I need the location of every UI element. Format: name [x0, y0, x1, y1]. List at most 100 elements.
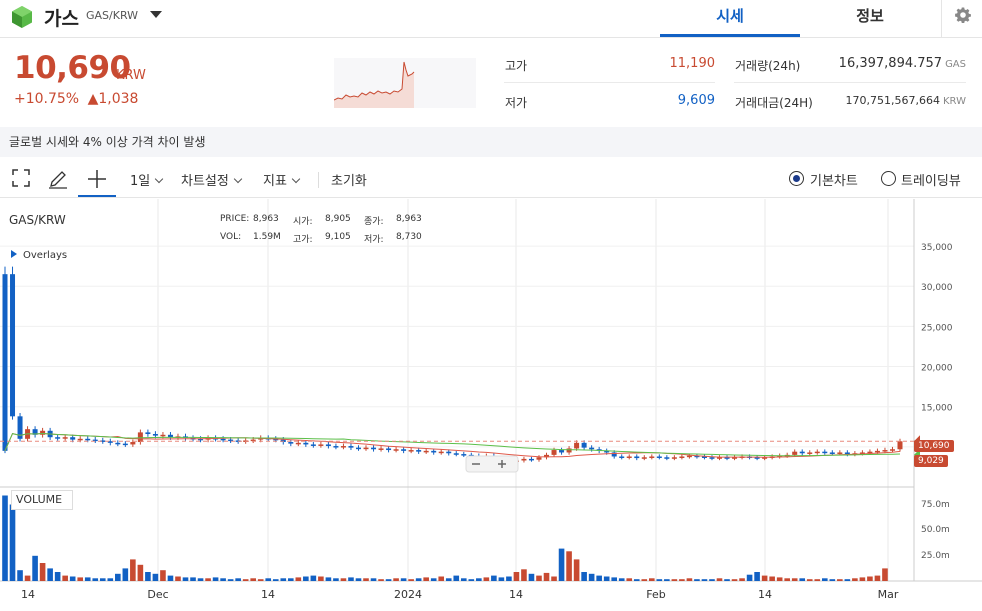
- legend-low: 8,730: [396, 232, 422, 242]
- price-chart[interactable]: 35,00030,00025,00020,00015,00010,00075.0…: [0, 199, 982, 611]
- price-axis-label: 20,000: [921, 364, 953, 374]
- price-change: +10.75% ▲1,038: [14, 91, 138, 107]
- volume-bar: [874, 575, 881, 581]
- candle: [152, 433, 158, 436]
- volume-bar: [709, 579, 715, 581]
- amount-24h-label: 거래대금(24H): [735, 96, 813, 110]
- legend-price: 8,963: [253, 214, 279, 224]
- volume-bar: [784, 578, 790, 581]
- volume-axis-label: 75.0m: [921, 500, 950, 510]
- candle: [656, 456, 662, 458]
- divider: [504, 82, 715, 83]
- volume-panel-label: VOLUME: [11, 490, 73, 510]
- candle: [303, 442, 309, 445]
- volume-bar: [799, 578, 806, 581]
- trading-view-label[interactable]: 트레이딩뷰: [901, 170, 961, 189]
- change-percent: +10.75%: [14, 91, 80, 107]
- tab-info[interactable]: 정보: [800, 0, 940, 37]
- indicators-menu[interactable]: 지표: [263, 170, 301, 189]
- volume-bar: [190, 577, 196, 581]
- divider: [734, 82, 966, 83]
- volume-bar: [333, 578, 339, 581]
- candle: [325, 444, 331, 447]
- candle: [55, 437, 61, 439]
- legend-high: 9,105: [325, 232, 351, 242]
- overlays-toggle[interactable]: Overlays: [11, 250, 67, 261]
- volume-bar: [152, 573, 159, 581]
- volume-bar: [438, 576, 445, 581]
- volume-bar: [566, 551, 572, 581]
- pencil-icon[interactable]: [48, 169, 68, 189]
- candle: [844, 452, 850, 455]
- candle: [408, 450, 414, 452]
- volume-bar: [167, 575, 174, 581]
- high-label: 고가: [505, 59, 528, 73]
- crosshair-icon[interactable]: [87, 169, 107, 189]
- candle: [446, 451, 452, 454]
- volume-bar: [122, 568, 129, 581]
- volume-bar: [145, 572, 151, 581]
- volume-bar: [77, 577, 84, 581]
- volume-bar: [265, 578, 272, 581]
- price-axis-label: 25,000: [921, 323, 953, 333]
- basic-chart-label[interactable]: 기본차트: [810, 170, 858, 189]
- basic-chart-radio[interactable]: [789, 171, 804, 186]
- trading-view-radio[interactable]: [881, 171, 896, 186]
- amount-24h-number: 170,751,567,664: [845, 94, 940, 107]
- candle: [574, 442, 580, 449]
- candle: [62, 437, 68, 439]
- volume-bar: [626, 578, 633, 581]
- volume-bar: [656, 579, 663, 581]
- volume-bar: [340, 578, 347, 581]
- volume-bar: [679, 579, 685, 581]
- candle: [799, 451, 805, 454]
- candle: [363, 447, 369, 450]
- candle: [626, 456, 632, 458]
- price-axis-label: 35,000: [921, 243, 953, 253]
- volume-bar: [107, 578, 114, 581]
- time-axis-label: Mar: [878, 588, 899, 601]
- volume-bar: [506, 576, 512, 581]
- period-select[interactable]: 1일: [130, 170, 164, 189]
- reset-button[interactable]: 초기화: [331, 170, 367, 189]
- volume-axis-label: 50.0m: [921, 525, 950, 535]
- volume-bar: [160, 570, 166, 581]
- volume-bar: [2, 495, 8, 581]
- volume-bar: [453, 575, 460, 581]
- volume-bar: [54, 572, 61, 581]
- volume-bar: [227, 579, 234, 581]
- volume-bar: [521, 569, 527, 581]
- time-axis-label: Feb: [646, 588, 665, 601]
- volume-bar: [776, 577, 783, 581]
- legend-open: 8,905: [325, 214, 351, 224]
- volume-bar: [633, 579, 640, 581]
- time-axis-label: 14: [261, 588, 275, 601]
- volume-bar: [310, 575, 317, 581]
- tab-market[interactable]: 시세: [660, 0, 800, 37]
- volume-bar: [69, 576, 76, 581]
- volume-bar: [99, 578, 106, 581]
- volume-bar: [318, 576, 324, 581]
- candle: [145, 432, 151, 434]
- settings-button[interactable]: [941, 0, 982, 37]
- candle: [566, 448, 572, 453]
- coin-name[interactable]: 가스: [44, 4, 79, 31]
- coin-pair[interactable]: GAS/KRW: [86, 9, 138, 22]
- candle: [401, 449, 407, 451]
- volume-bar: [303, 576, 309, 581]
- chart-settings-label: 차트설정: [181, 174, 229, 189]
- volume-bar: [242, 579, 249, 581]
- volume-bar: [205, 578, 211, 581]
- price-unit: KRW: [116, 68, 146, 83]
- candle: [393, 449, 399, 451]
- chart-settings-menu[interactable]: 차트설정: [181, 170, 243, 189]
- volume-bar: [415, 578, 422, 581]
- volume-bar: [821, 578, 828, 581]
- coin-dropdown-icon[interactable]: [150, 11, 162, 18]
- candle: [438, 451, 444, 454]
- active-tool-indicator: [78, 195, 116, 197]
- candle: [2, 274, 8, 451]
- candle: [371, 447, 377, 450]
- candle: [874, 450, 880, 453]
- fullscreen-icon[interactable]: [12, 169, 30, 187]
